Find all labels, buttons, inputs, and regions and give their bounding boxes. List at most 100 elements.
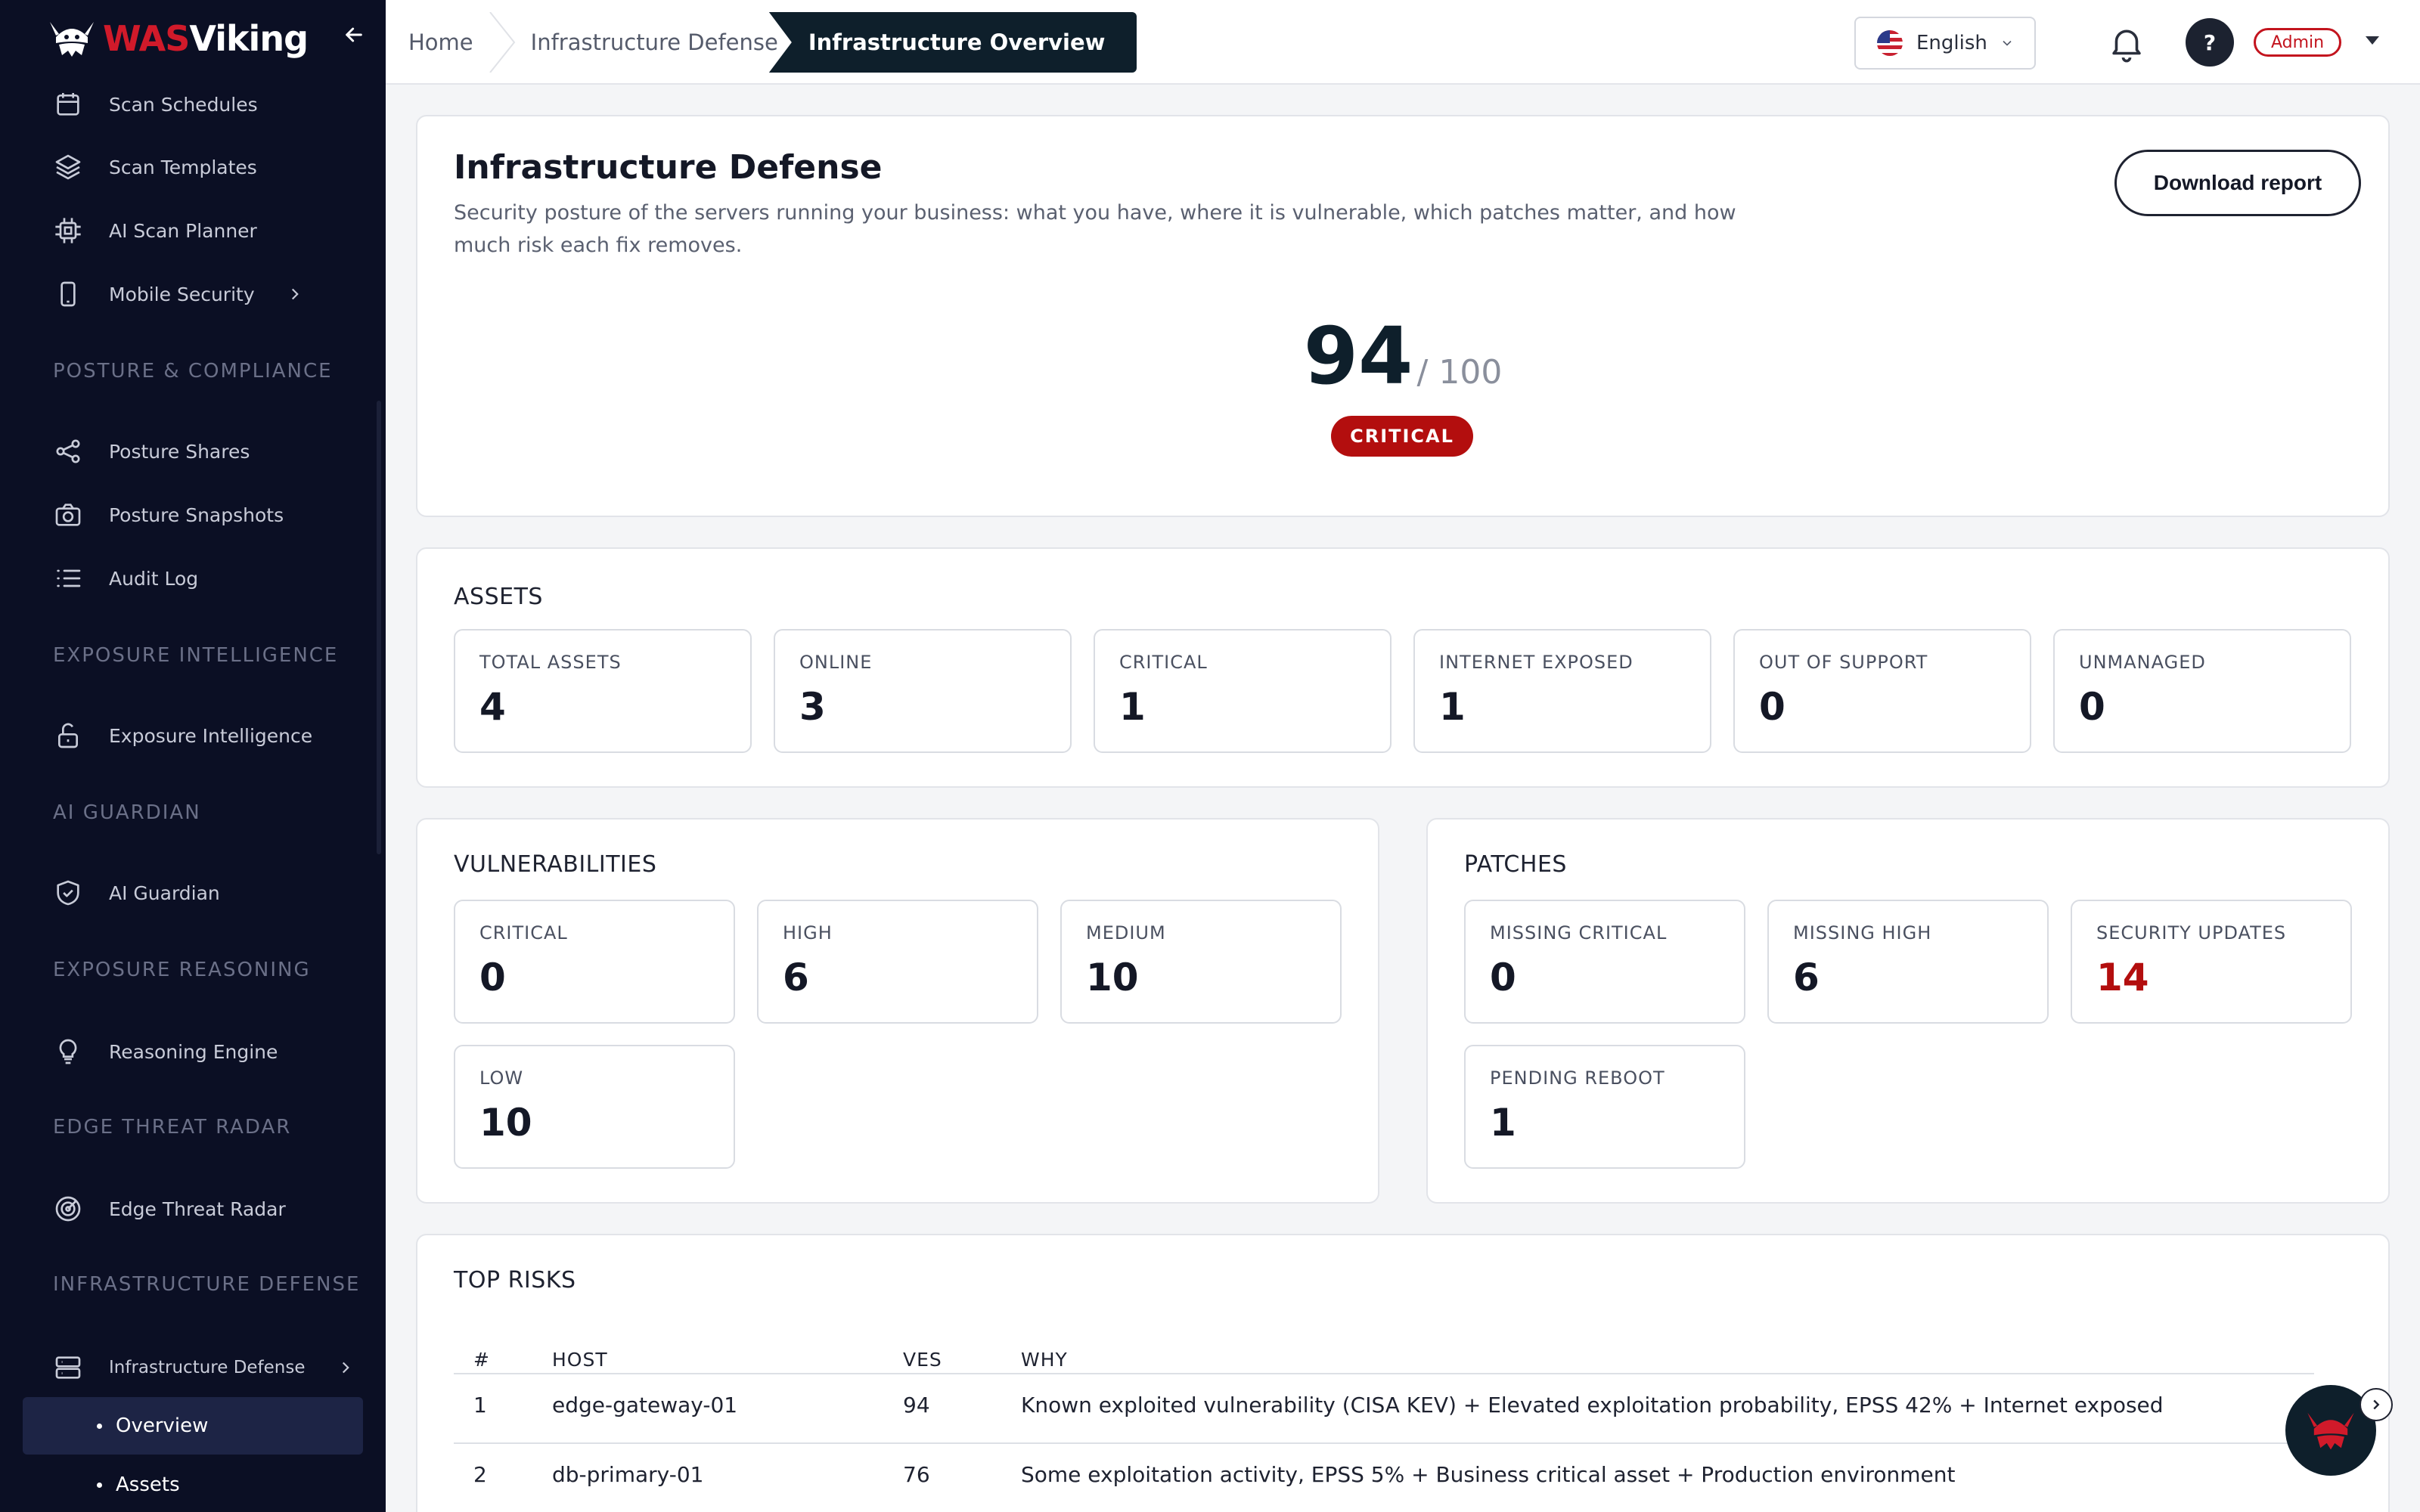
tile-value: 1 bbox=[1439, 685, 1466, 729]
sidebar-item-scan-templates[interactable]: Scan Templates bbox=[53, 148, 257, 186]
tile-label: PENDING REBOOT bbox=[1490, 1067, 1665, 1089]
notifications-bell-icon[interactable] bbox=[2106, 23, 2147, 64]
tile-label: INTERNET EXPOSED bbox=[1439, 652, 1634, 673]
camera-icon bbox=[55, 503, 81, 526]
tile-label: MISSING CRITICAL bbox=[1490, 922, 1668, 943]
score-max: / 100 bbox=[1416, 353, 1503, 392]
sidebar-item-ai-guardian[interactable]: AI Guardian bbox=[53, 874, 220, 912]
sidebar-item-ai-scan-planner[interactable]: AI Scan Planner bbox=[53, 212, 257, 249]
row-rank: 2 bbox=[473, 1462, 487, 1487]
share-icon bbox=[56, 439, 80, 463]
tile-label: MISSING HIGH bbox=[1793, 922, 1932, 943]
table-divider bbox=[454, 1442, 2314, 1444]
column-header-host[interactable]: HOST bbox=[552, 1349, 608, 1371]
tile-label: MEDIUM bbox=[1086, 922, 1166, 943]
asset-tile-critical[interactable]: CRITICAL 1 bbox=[1094, 629, 1392, 753]
sidebar-item-infrastructure-defense[interactable]: Infrastructure Defense bbox=[53, 1349, 381, 1387]
tile-label: CRITICAL bbox=[479, 922, 568, 943]
unlock-icon bbox=[58, 723, 78, 748]
asset-tile-online[interactable]: ONLINE 3 bbox=[774, 629, 1072, 753]
tile-label: HIGH bbox=[783, 922, 833, 943]
patches-card: PATCHES MISSING CRITICAL 0 MISSING HIGH … bbox=[1426, 818, 2390, 1204]
sidebar-item-edge-threat-radar[interactable]: Edge Threat Radar bbox=[53, 1190, 286, 1228]
sidebar-subitem-assets[interactable]: Assets bbox=[97, 1470, 180, 1500]
row-ves: 76 bbox=[903, 1462, 930, 1487]
breadcrumb: Home Infrastructure Defense Infrastructu… bbox=[408, 12, 1137, 73]
assistant-expand-button[interactable] bbox=[2360, 1388, 2393, 1421]
row-ves: 94 bbox=[903, 1393, 930, 1418]
section-edge-threat-radar: EDGE THREAT RADAR bbox=[53, 1116, 292, 1139]
list-icon bbox=[57, 569, 81, 587]
vuln-tile-critical[interactable]: CRITICAL 0 bbox=[454, 900, 735, 1024]
help-button[interactable]: ? bbox=[2186, 18, 2234, 67]
tile-value: 1 bbox=[1119, 685, 1146, 729]
vulnerabilities-title: VULNERABILITIES bbox=[454, 851, 657, 878]
bullet-icon bbox=[97, 1482, 102, 1488]
tile-value: 10 bbox=[479, 1101, 532, 1145]
chevron-right-icon bbox=[2373, 1399, 2380, 1410]
tile-label: LOW bbox=[479, 1067, 524, 1089]
tile-value: 1 bbox=[1490, 1101, 1516, 1145]
patch-tile-missing-high[interactable]: MISSING HIGH 6 bbox=[1767, 900, 2049, 1024]
vuln-tile-low[interactable]: LOW 10 bbox=[454, 1045, 735, 1169]
column-header-why: WHY bbox=[1021, 1349, 1068, 1371]
brand-logo[interactable]: WASViking bbox=[45, 14, 309, 64]
overview-card: Infrastructure Defense Security posture … bbox=[416, 115, 2390, 517]
asset-tile-total[interactable]: TOTAL ASSETS 4 bbox=[454, 629, 752, 753]
sidebar-item-exposure-intelligence[interactable]: Exposure Intelligence bbox=[53, 717, 312, 754]
sidebar-item-scan-schedules[interactable]: Scan Schedules bbox=[53, 85, 258, 123]
tile-value: 0 bbox=[479, 956, 506, 999]
user-menu-caret-icon[interactable] bbox=[2366, 36, 2379, 45]
sidebar-item-label: AI Guardian bbox=[109, 881, 220, 904]
section-exposure-intelligence: EXPOSURE INTELLIGENCE bbox=[53, 644, 339, 667]
viking-helmet-icon bbox=[2307, 1412, 2354, 1450]
column-header-ves[interactable]: VES bbox=[903, 1349, 942, 1371]
patches-title: PATCHES bbox=[1464, 851, 1567, 878]
severity-badge: CRITICAL bbox=[1331, 416, 1473, 457]
breadcrumb-infrastructure-defense[interactable]: Infrastructure Defense bbox=[531, 12, 778, 73]
sidebar-item-label: Edge Threat Radar bbox=[109, 1198, 286, 1220]
tile-value: 3 bbox=[799, 685, 826, 729]
sidebar-subitem-overview[interactable]: Overview bbox=[97, 1411, 208, 1441]
row-why: Known exploited vulnerability (CISA KEV)… bbox=[1021, 1393, 2164, 1418]
posture-score: 94 / 100 bbox=[417, 310, 2388, 402]
download-report-button[interactable]: Download report bbox=[2114, 150, 2361, 216]
row-host: db-primary-01 bbox=[552, 1462, 704, 1487]
sidebar-item-posture-shares[interactable]: Posture Shares bbox=[53, 432, 250, 470]
row-why: Some exploitation activity, EPSS 5% + Bu… bbox=[1021, 1462, 1956, 1487]
sidebar-item-mobile-security[interactable]: Mobile Security bbox=[53, 275, 330, 313]
tile-value: 0 bbox=[2079, 685, 2105, 729]
vuln-tile-medium[interactable]: MEDIUM 10 bbox=[1060, 900, 1342, 1024]
section-posture-compliance: POSTURE & COMPLIANCE bbox=[53, 360, 333, 383]
breadcrumb-home[interactable]: Home bbox=[408, 12, 473, 73]
patch-tile-pending-reboot[interactable]: PENDING REBOOT 1 bbox=[1464, 1045, 1745, 1169]
layers-icon bbox=[55, 154, 81, 180]
sidebar-item-reasoning-engine[interactable]: Reasoning Engine bbox=[53, 1033, 278, 1070]
asset-tile-out-of-support[interactable]: OUT OF SUPPORT 0 bbox=[1733, 629, 2031, 753]
lightbulb-icon bbox=[59, 1039, 77, 1064]
page-title: Infrastructure Defense bbox=[454, 148, 883, 187]
patch-tile-missing-critical[interactable]: MISSING CRITICAL 0 bbox=[1464, 900, 1745, 1024]
vuln-tile-high[interactable]: HIGH 6 bbox=[757, 900, 1038, 1024]
sidebar-item-label: Audit Log bbox=[109, 567, 199, 590]
collapse-sidebar-button[interactable] bbox=[339, 20, 369, 50]
tile-label: TOTAL ASSETS bbox=[479, 652, 622, 673]
role-badge[interactable]: Admin bbox=[2254, 28, 2342, 57]
bullet-icon bbox=[97, 1423, 102, 1429]
asset-tile-unmanaged[interactable]: UNMANAGED 0 bbox=[2053, 629, 2351, 753]
asset-tile-internet-exposed[interactable]: INTERNET EXPOSED 1 bbox=[1413, 629, 1711, 753]
calendar-icon bbox=[57, 93, 79, 116]
mobile-phone-icon bbox=[60, 281, 76, 307]
sidebar-item-posture-snapshots[interactable]: Posture Snapshots bbox=[53, 496, 284, 534]
viking-helmet-icon bbox=[50, 22, 94, 57]
us-flag-icon bbox=[1877, 30, 1903, 56]
sidebar-item-label: Scan Schedules bbox=[109, 93, 258, 116]
patch-tile-security-updates[interactable]: SECURITY UPDATES 14 bbox=[2071, 900, 2352, 1024]
language-select[interactable]: English bbox=[1854, 17, 2036, 70]
chevron-right-icon bbox=[342, 1362, 349, 1374]
sidebar-scrollbar[interactable] bbox=[377, 401, 381, 854]
tile-label: CRITICAL bbox=[1119, 652, 1208, 673]
sidebar-item-audit-log[interactable]: Audit Log bbox=[53, 559, 198, 597]
top-risks-card: TOP RISKS # HOST VES WHY 1 edge-gateway-… bbox=[416, 1234, 2390, 1512]
chevron-right-icon bbox=[291, 288, 299, 300]
